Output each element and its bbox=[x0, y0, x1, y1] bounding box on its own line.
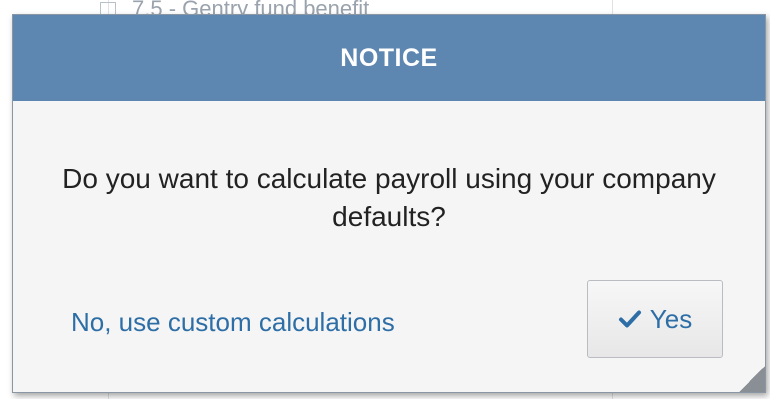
yes-button[interactable]: Yes bbox=[587, 280, 723, 358]
dialog-resize-corner bbox=[739, 366, 765, 392]
yes-button-label: Yes bbox=[649, 303, 693, 334]
use-custom-calculations-link[interactable]: No, use custom calculations bbox=[71, 305, 395, 339]
app-screen: 7.5 - Gentry fund benefit 40 - 046 - 047… bbox=[0, 0, 770, 399]
dialog-header: NOTICE bbox=[13, 15, 765, 101]
check-icon bbox=[618, 310, 641, 328]
dialog-title: NOTICE bbox=[340, 43, 438, 72]
dialog-message: Do you want to calculate payroll using y… bbox=[62, 163, 716, 232]
notice-dialog: NOTICE Do you want to calculate payroll … bbox=[12, 14, 766, 393]
